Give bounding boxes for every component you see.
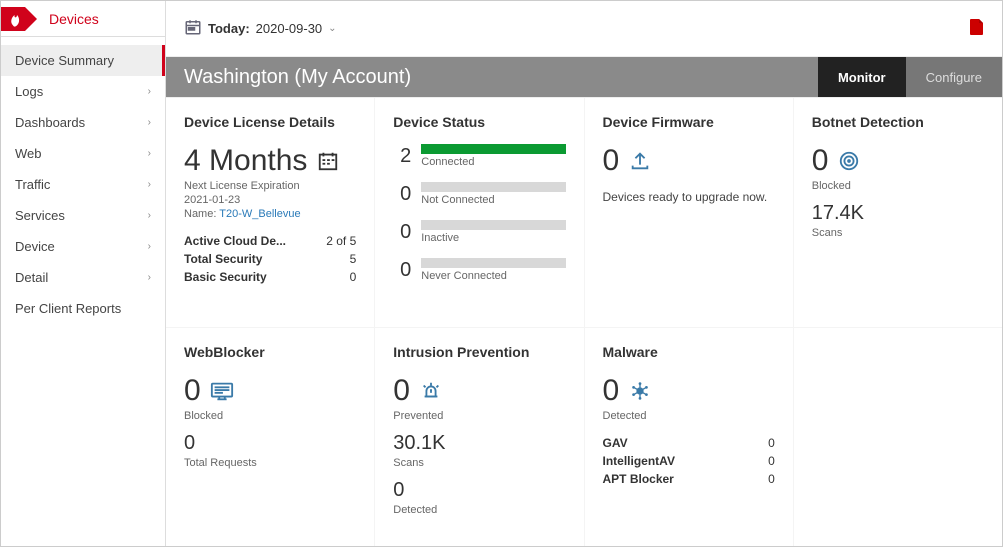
license-row: Active Cloud De...2 of 5 xyxy=(184,234,356,248)
license-row: Basic Security0 xyxy=(184,270,356,284)
tab-configure[interactable]: Configure xyxy=(906,57,1002,97)
card-title: Malware xyxy=(603,344,775,360)
sidebar: Devices Device Summary Logs› Dashboards›… xyxy=(1,1,166,546)
status-row-not-connected: 0 Not Connected xyxy=(393,182,565,206)
date-picker[interactable]: Today: 2020-09-30 ⌄ xyxy=(184,18,337,39)
card-title: Intrusion Prevention xyxy=(393,344,565,360)
nav-logs[interactable]: Logs› xyxy=(1,76,165,107)
firmware-sub: Devices ready to upgrade now. xyxy=(603,190,775,204)
brand-label: Devices xyxy=(49,11,99,27)
nav-device[interactable]: Device› xyxy=(1,231,165,262)
brand-tab[interactable]: Devices xyxy=(1,1,165,37)
card-title: Device Firmware xyxy=(603,114,775,130)
malware-row: APT Blocker0 xyxy=(603,472,775,486)
ips-prevented-label: Prevented xyxy=(393,410,565,422)
chevron-down-icon: ⌄ xyxy=(328,23,336,34)
license-exp-label: Next License Expiration xyxy=(184,180,356,192)
flame-icon xyxy=(1,1,41,37)
card-empty xyxy=(794,328,1002,547)
firmware-value: 0 xyxy=(603,144,620,178)
card-firmware: Device Firmware 0 Devices ready to upgra… xyxy=(585,98,793,327)
card-title: Device Status xyxy=(393,114,565,130)
license-row: Total Security5 xyxy=(184,252,356,266)
malware-detected-value: 0 xyxy=(603,374,620,408)
webblocker-requests-value: 0 xyxy=(184,432,356,455)
card-title: Botnet Detection xyxy=(812,114,984,130)
nav-dashboards[interactable]: Dashboards› xyxy=(1,107,165,138)
card-botnet: Botnet Detection 0 Blocked 17.4K Scans xyxy=(794,98,1002,327)
card-license: Device License Details 4 Months Next Lic… xyxy=(166,98,374,327)
nav: Device Summary Logs› Dashboards› Web› Tr… xyxy=(1,37,165,324)
upload-icon xyxy=(629,150,651,172)
license-exp-date: 2021-01-23 xyxy=(184,194,356,206)
tabs: Monitor Configure xyxy=(818,57,1002,97)
card-ips: Intrusion Prevention 0 Prevented 30.1K S… xyxy=(375,328,583,547)
webblocker-requests-label: Total Requests xyxy=(184,457,356,469)
nav-traffic[interactable]: Traffic› xyxy=(1,169,165,200)
calendar-grid-icon xyxy=(317,150,339,172)
siren-icon xyxy=(420,380,442,402)
date-label: Today: xyxy=(208,21,250,36)
status-row-connected: 2 Connected xyxy=(393,144,565,168)
tab-monitor[interactable]: Monitor xyxy=(818,57,906,97)
malware-row: IntelligentAV0 xyxy=(603,454,775,468)
ips-detected-value: 0 xyxy=(393,479,565,502)
botnet-scans-label: Scans xyxy=(812,227,984,239)
nav-device-summary[interactable]: Device Summary xyxy=(1,45,165,76)
card-malware: Malware 0 Detected GAV0 IntelligentAV0 A… xyxy=(585,328,793,547)
nav-detail[interactable]: Detail› xyxy=(1,262,165,293)
ips-scans-value: 30.1K xyxy=(393,432,565,455)
card-device-status: Device Status 2 Connected 0 Not Connecte… xyxy=(375,98,583,327)
webblocker-blocked-label: Blocked xyxy=(184,410,356,422)
nav-web[interactable]: Web› xyxy=(1,138,165,169)
card-webblocker: WebBlocker 0 Blocked 0 Total Requests xyxy=(166,328,374,547)
status-row-never-connected: 0 Never Connected xyxy=(393,258,565,282)
ips-scans-label: Scans xyxy=(393,457,565,469)
titlebar: Washington (My Account) Monitor Configur… xyxy=(166,57,1002,97)
ips-detected-label: Detected xyxy=(393,504,565,516)
ips-prevented-value: 0 xyxy=(393,374,410,408)
card-grid: Device License Details 4 Months Next Lic… xyxy=(166,97,1002,546)
virus-icon xyxy=(629,380,651,402)
main: Today: 2020-09-30 ⌄ Washington (My Accou… xyxy=(166,1,1002,546)
license-name-link[interactable]: T20-W_Bellevue xyxy=(219,208,300,220)
license-duration: 4 Months xyxy=(184,144,307,178)
chevron-right-icon: › xyxy=(148,148,151,159)
malware-row: GAV0 xyxy=(603,436,775,450)
nav-services[interactable]: Services› xyxy=(1,200,165,231)
date-value: 2020-09-30 xyxy=(256,21,323,36)
calendar-icon xyxy=(184,18,202,39)
chevron-right-icon: › xyxy=(148,117,151,128)
chevron-right-icon: › xyxy=(148,86,151,97)
chevron-right-icon: › xyxy=(148,179,151,190)
card-title: Device License Details xyxy=(184,114,356,130)
chevron-right-icon: › xyxy=(148,210,151,221)
license-name-label: Name: xyxy=(184,208,216,220)
pdf-export-icon[interactable] xyxy=(970,19,984,38)
webblocker-blocked-value: 0 xyxy=(184,374,201,408)
malware-detected-label: Detected xyxy=(603,410,775,422)
topbar: Today: 2020-09-30 ⌄ xyxy=(166,1,1002,57)
target-icon xyxy=(838,150,860,172)
card-title: WebBlocker xyxy=(184,344,356,360)
status-row-inactive: 0 Inactive xyxy=(393,220,565,244)
monitor-icon xyxy=(210,381,234,401)
botnet-blocked-label: Blocked xyxy=(812,180,984,192)
chevron-right-icon: › xyxy=(148,241,151,252)
page-title: Washington (My Account) xyxy=(184,66,411,89)
botnet-blocked-value: 0 xyxy=(812,144,829,178)
botnet-scans-value: 17.4K xyxy=(812,202,984,225)
nav-per-client-reports[interactable]: Per Client Reports xyxy=(1,293,165,324)
chevron-right-icon: › xyxy=(148,272,151,283)
